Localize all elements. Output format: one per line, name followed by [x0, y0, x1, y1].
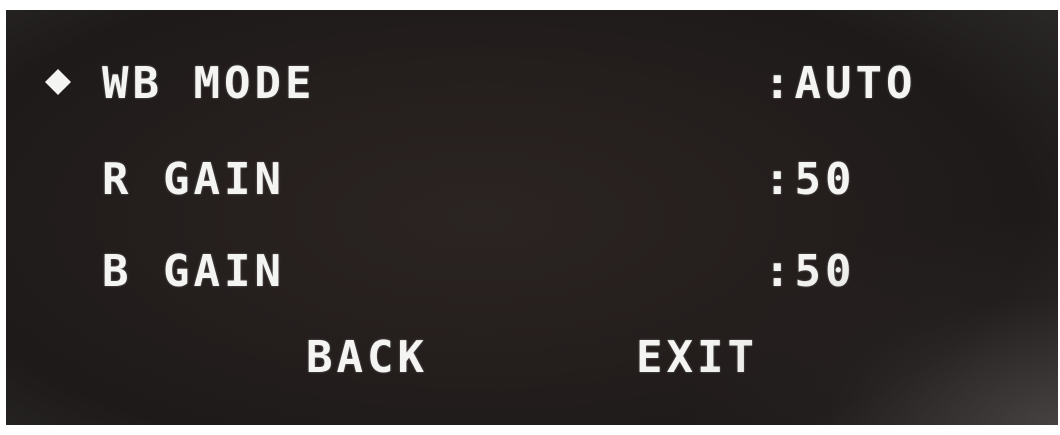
- exit-button[interactable]: EXIT: [636, 332, 758, 384]
- back-button[interactable]: BACK: [306, 332, 428, 384]
- screen: WB MODE :AUTO R GAIN :50 B GAIN :50 BACK…: [0, 0, 1060, 435]
- menu-item-wb-mode[interactable]: WB MODE: [102, 58, 315, 110]
- wb-mode-value: :AUTO: [764, 58, 917, 109]
- r-gain-value: :50: [764, 154, 856, 205]
- diamond-icon: [45, 69, 71, 95]
- osd-menu-panel: WB MODE :AUTO R GAIN :50 B GAIN :50 BACK…: [6, 10, 1058, 425]
- menu-item-b-gain[interactable]: B GAIN: [102, 246, 285, 298]
- menu-item-r-gain[interactable]: R GAIN: [102, 154, 285, 206]
- b-gain-value: :50: [764, 246, 856, 297]
